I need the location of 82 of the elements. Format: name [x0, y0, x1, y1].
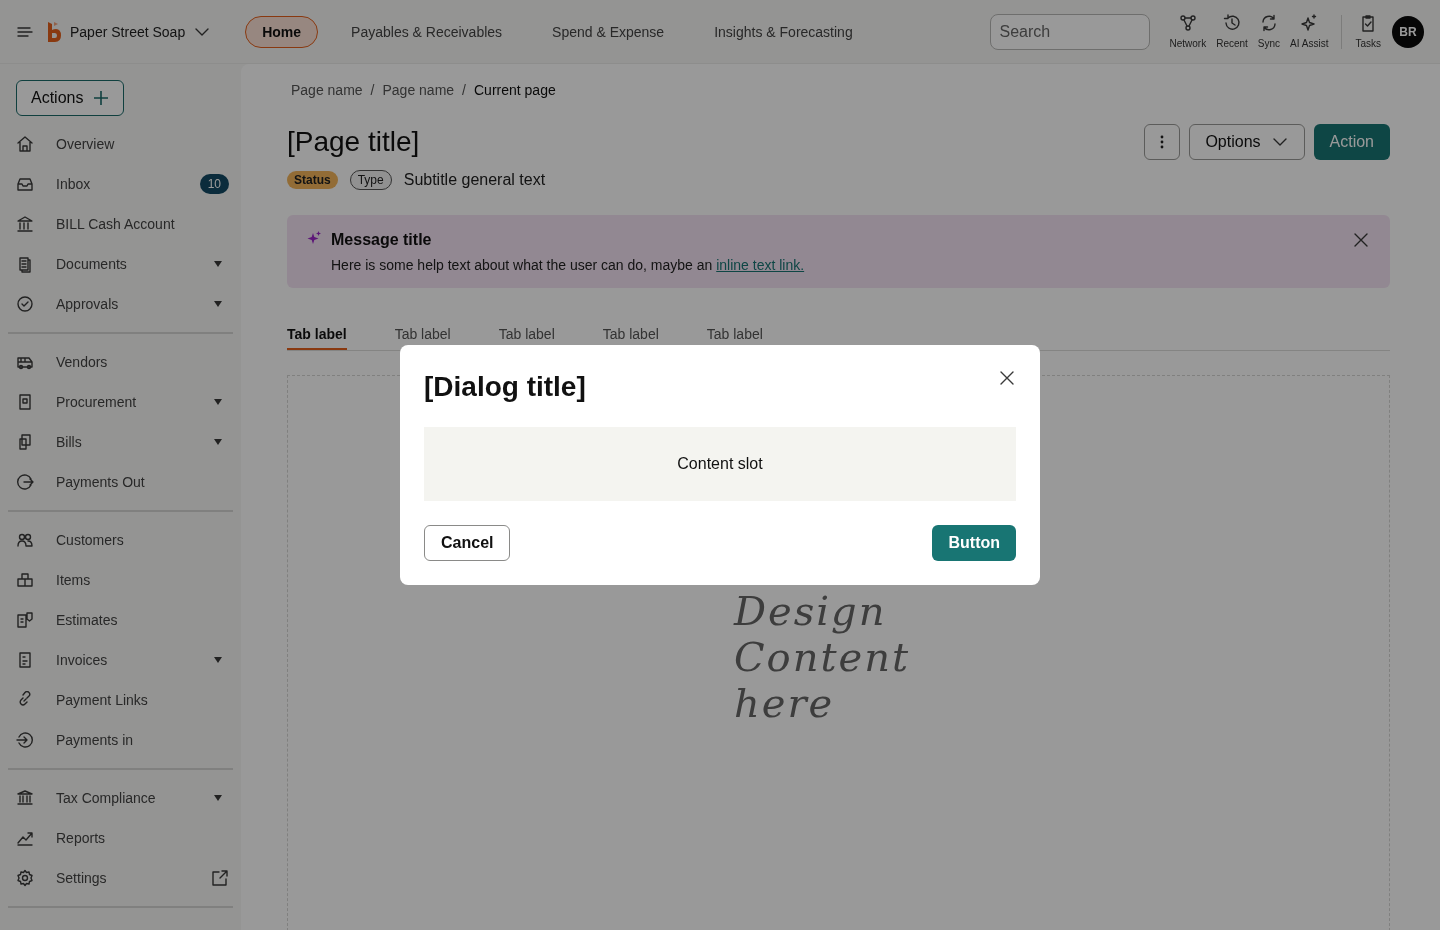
nav-item[interactable]: Bills: [8, 422, 233, 462]
cancel-button[interactable]: Cancel: [424, 525, 511, 561]
sparkle-icon: [1300, 14, 1319, 32]
invoice-icon: [16, 651, 34, 669]
message-title: Message title: [331, 231, 433, 249]
nav-item[interactable]: Reports: [8, 818, 233, 858]
placeholder-text: Design Content here: [734, 588, 911, 726]
company-switcher[interactable]: Paper Street Soap: [66, 22, 216, 41]
tab[interactable]: Tab label: [287, 326, 347, 350]
sparkle-icon: [307, 231, 321, 245]
tab[interactable]: Tab label: [706, 326, 763, 350]
gear-icon: [16, 869, 34, 887]
nav-tab[interactable]: Payables & Receivables: [334, 15, 520, 48]
primary-button[interactable]: Button: [932, 525, 1016, 561]
toolbar-button[interactable]: Sync: [1252, 14, 1286, 49]
home-icon: [16, 135, 34, 153]
breadcrumb-link[interactable]: Page name: [382, 82, 455, 98]
network-icon: [1178, 14, 1197, 32]
sync-icon: [1259, 14, 1278, 32]
tray-icon: [16, 175, 34, 193]
nav-item[interactable]: Estimates: [8, 600, 233, 640]
logo-icon: [46, 20, 62, 43]
arrow-in-icon: [16, 731, 34, 749]
plus-icon: [93, 90, 110, 106]
people-icon: [16, 531, 34, 549]
nav-item[interactable]: Invoices: [8, 640, 233, 680]
toolbar-button[interactable]: Tasks: [1350, 14, 1386, 49]
nav-tab[interactable]: Home: [245, 15, 319, 48]
message-text: Here is some help text about what the user can do, maybe an inline text link.: [331, 257, 806, 273]
bank-icon: [16, 215, 34, 233]
document-icon: [16, 255, 34, 273]
content-slot-text: Content slot: [677, 455, 763, 473]
dialog-title: [Dialog title]: [424, 371, 586, 403]
toolbar-button[interactable]: AI Assist: [1285, 14, 1334, 49]
status-tag: Status: [287, 171, 338, 189]
bank-icon: [16, 789, 34, 807]
nav-item[interactable]: Settings: [8, 858, 233, 898]
nav-item[interactable]: Payments Out: [8, 462, 233, 502]
tab[interactable]: Tab label: [394, 326, 451, 350]
actions-button[interactable]: Actions: [16, 80, 125, 116]
user-avatar[interactable]: BR: [1392, 15, 1424, 48]
nav-item[interactable]: Inbox 10: [8, 164, 233, 204]
nav-item[interactable]: Customers: [8, 520, 233, 560]
count-badge: 10: [199, 174, 229, 194]
toolbar-button[interactable]: Network: [1164, 14, 1212, 49]
nav-tab[interactable]: Spend & Expense: [535, 15, 682, 48]
breadcrumb-link[interactable]: Page name: [291, 82, 363, 98]
nav-item[interactable]: Items: [8, 560, 233, 600]
close-icon: [998, 369, 1016, 387]
receipt-icon: [16, 611, 34, 629]
history-icon: [1223, 14, 1241, 32]
toolbar-button[interactable]: Recent: [1211, 14, 1253, 49]
nav-item[interactable]: Documents: [8, 244, 233, 284]
type-tag: Type: [349, 170, 392, 190]
page-subtitle: Subtitle general text: [403, 171, 546, 189]
nav-item[interactable]: Approvals: [8, 284, 233, 324]
document-icon: [16, 393, 34, 411]
options-button[interactable]: Options: [1189, 124, 1305, 160]
breadcrumb-separator: /: [370, 82, 375, 98]
arrow-out-icon: [16, 473, 34, 491]
page-title: [Page title]: [287, 126, 421, 158]
breadcrumb-current: Current page: [474, 82, 556, 98]
tab[interactable]: Tab label: [602, 326, 659, 350]
search-field[interactable]: Search: [990, 13, 1151, 50]
tab[interactable]: Tab label: [498, 326, 555, 350]
check-circle-icon: [16, 295, 34, 313]
close-icon: [1352, 231, 1370, 249]
boxes-icon: [16, 571, 34, 589]
action-button[interactable]: Action: [1313, 124, 1390, 160]
breadcrumb-separator: /: [462, 82, 466, 98]
chart-icon: [16, 829, 34, 847]
nav-item[interactable]: BILL Cash Account: [8, 204, 233, 244]
nav-item[interactable]: Payment Links: [8, 680, 233, 720]
nav-item[interactable]: Tax Compliance: [8, 778, 233, 818]
nav-tab[interactable]: Insights & Forecasting: [697, 15, 870, 48]
documents-icon: [16, 433, 34, 451]
inline-link[interactable]: inline text link.: [716, 257, 805, 273]
nav-item[interactable]: Procurement: [8, 382, 233, 422]
more-vertical-icon: [1160, 135, 1165, 149]
nav-item[interactable]: Payments in: [8, 720, 233, 760]
nav-item[interactable]: Overview: [8, 124, 233, 164]
nav-item[interactable]: Vendors: [8, 342, 233, 382]
